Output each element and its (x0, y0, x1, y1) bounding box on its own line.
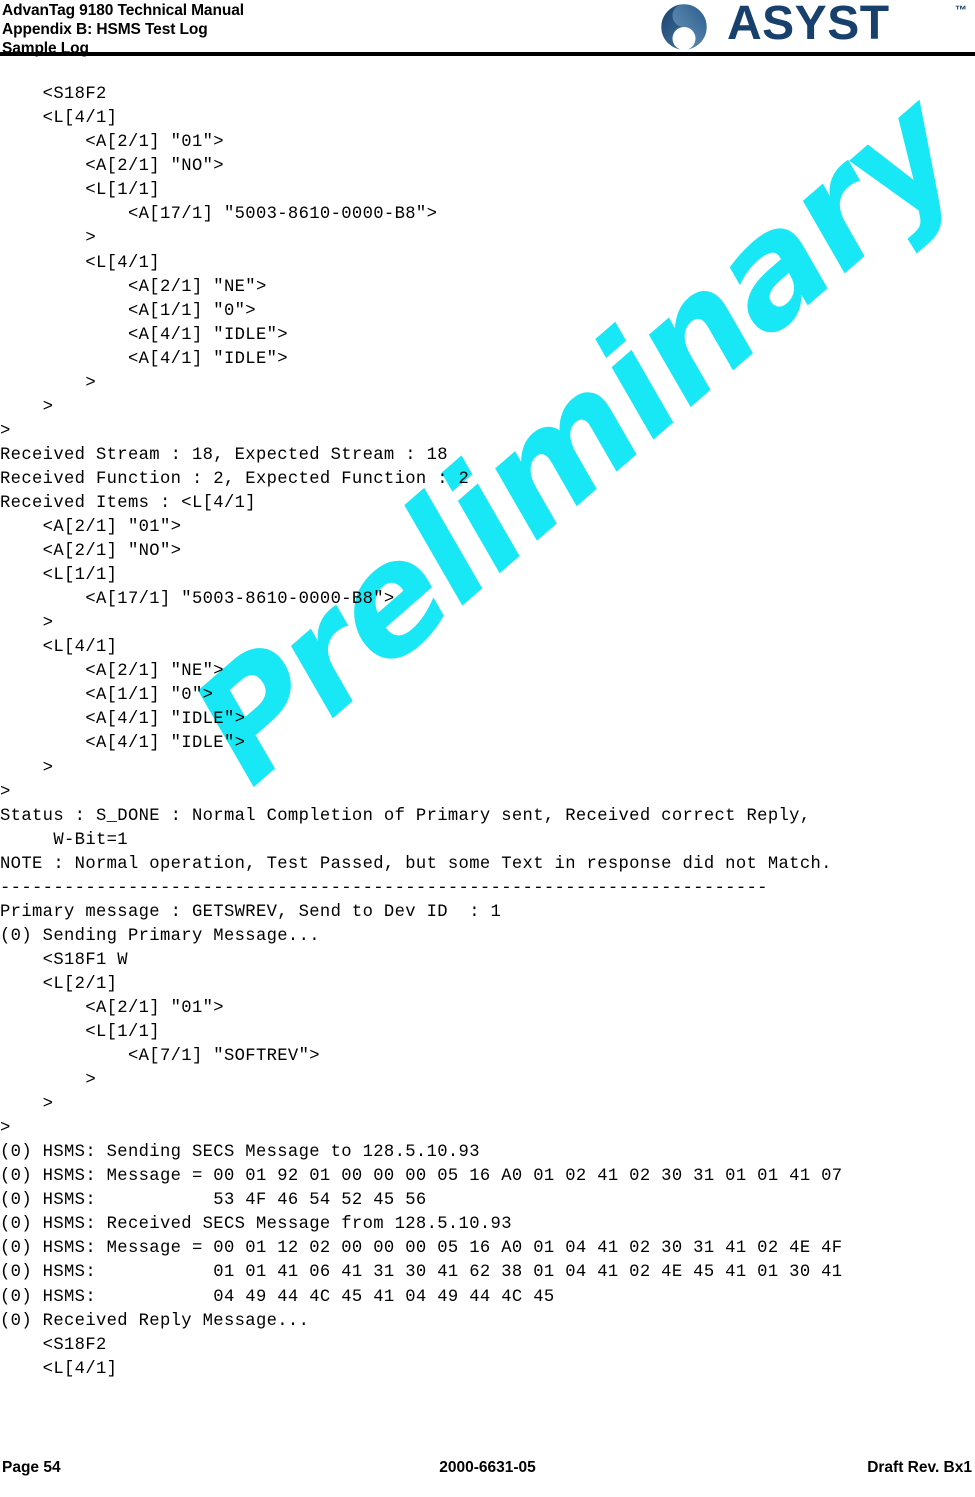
log-line: <S18F2 (0, 85, 107, 105)
log-line: <S18F2 (0, 1335, 107, 1355)
log-line: (0) Sending Primary Message... (0, 926, 320, 946)
log-line: > (0, 758, 54, 778)
log-line: Received Function : 2, Expected Function… (0, 469, 470, 489)
log-line: (0) HSMS: Received SECS Message from 128… (0, 1215, 512, 1235)
log-line: <L[1/1] (0, 1023, 160, 1043)
log-line: > (0, 373, 96, 393)
log-line: <A[17/1] "5003-8610-0000-B8"> (0, 205, 438, 225)
log-line: <A[4/1] "IDLE"> (0, 734, 246, 754)
log-line: <A[4/1] "IDLE"> (0, 710, 246, 730)
log-line: > (0, 229, 96, 249)
log-line: <L[4/1] (0, 638, 118, 658)
log-line: <L[2/1] (0, 974, 118, 994)
log-line: <A[1/1] "0"> (0, 686, 214, 706)
log-line: > (0, 1095, 54, 1115)
log-line: <A[1/1] "0"> (0, 301, 256, 321)
log-line: <A[7/1] "SOFTREV"> (0, 1047, 320, 1067)
asyst-swirl-icon (659, 2, 709, 52)
log-line: Status : S_DONE : Normal Completion of P… (0, 806, 811, 826)
log-line: > (0, 1071, 96, 1091)
page-header: AdvanTag 9180 Technical Manual Appendix … (0, 0, 975, 59)
asyst-logo: ASYST ™ (657, 0, 967, 52)
log-line: <A[2/1] "01"> (0, 133, 224, 153)
log-line: <A[4/1] "IDLE"> (0, 349, 288, 369)
hsms-test-log: <S18F2 <L[4/1] <A[2/1] "01"> <A[2/1] "NO… (0, 83, 975, 1382)
log-line: > (0, 421, 11, 441)
log-line: (0) HSMS: Sending SECS Message to 128.5.… (0, 1143, 480, 1163)
log-line: <L[1/1] (0, 566, 118, 586)
log-line: <A[2/1] "NO"> (0, 157, 224, 177)
document-number: 2000-6631-05 (439, 1459, 536, 1476)
log-line: > (0, 397, 54, 417)
log-line: (0) HSMS: 01 01 41 06 41 31 30 41 62 38 … (0, 1263, 843, 1283)
header-title-block: AdvanTag 9180 Technical Manual Appendix … (2, 1, 244, 59)
log-line: W-Bit=1 (0, 830, 128, 850)
page-footer: Page 54 2000-6631-05 Draft Rev. Bx1 (0, 1459, 975, 1483)
log-line: Primary message : GETSWREV, Send to Dev … (0, 902, 502, 922)
document-page: AdvanTag 9180 Technical Manual Appendix … (0, 0, 975, 1497)
log-line: <L[1/1] (0, 181, 160, 201)
header-divider (0, 52, 975, 56)
log-line: <L[4/1] (0, 253, 160, 273)
log-line: (0) HSMS: Message = 00 01 92 01 00 00 00… (0, 1167, 843, 1187)
log-line: <A[2/1] "NE"> (0, 662, 224, 682)
log-line: Received Items : <L[4/1] (0, 493, 256, 513)
log-line: <A[2/1] "NO"> (0, 542, 182, 562)
manual-title: AdvanTag 9180 Technical Manual (2, 2, 244, 19)
log-line: <L[4/1] (0, 109, 118, 129)
log-line: > (0, 614, 54, 634)
revision-label: Draft Rev. Bx1 (867, 1459, 972, 1476)
log-line: > (0, 782, 11, 802)
log-line: <A[17/1] "5003-8610-0000-B8"> (0, 590, 395, 610)
log-line: (0) HSMS: Message = 00 01 12 02 00 00 00… (0, 1239, 843, 1259)
log-line: <A[2/1] "01"> (0, 518, 182, 538)
log-line: Received Stream : 18, Expected Stream : … (0, 445, 448, 465)
log-line: <L[4/1] (0, 1359, 118, 1379)
appendix-title: Appendix B: HSMS Test Log (2, 21, 208, 39)
log-line: <A[4/1] "IDLE"> (0, 325, 288, 345)
log-line: (0) HSMS: 04 49 44 4C 45 41 04 49 44 4C … (0, 1287, 555, 1307)
log-line: <S18F1 W (0, 950, 128, 970)
log-line: NOTE : Normal operation, Test Passed, bu… (0, 854, 832, 874)
log-line: (0) Received Reply Message... (0, 1311, 310, 1331)
log-line: ----------------------------------------… (0, 878, 768, 898)
log-line: <A[2/1] "01"> (0, 998, 224, 1018)
log-line: (0) HSMS: 53 4F 46 54 52 45 56 (0, 1191, 427, 1211)
trademark-icon: ™ (955, 3, 967, 17)
asyst-wordmark: ASYST (727, 0, 890, 50)
log-line: > (0, 1119, 11, 1139)
log-line: <A[2/1] "NE"> (0, 277, 267, 297)
